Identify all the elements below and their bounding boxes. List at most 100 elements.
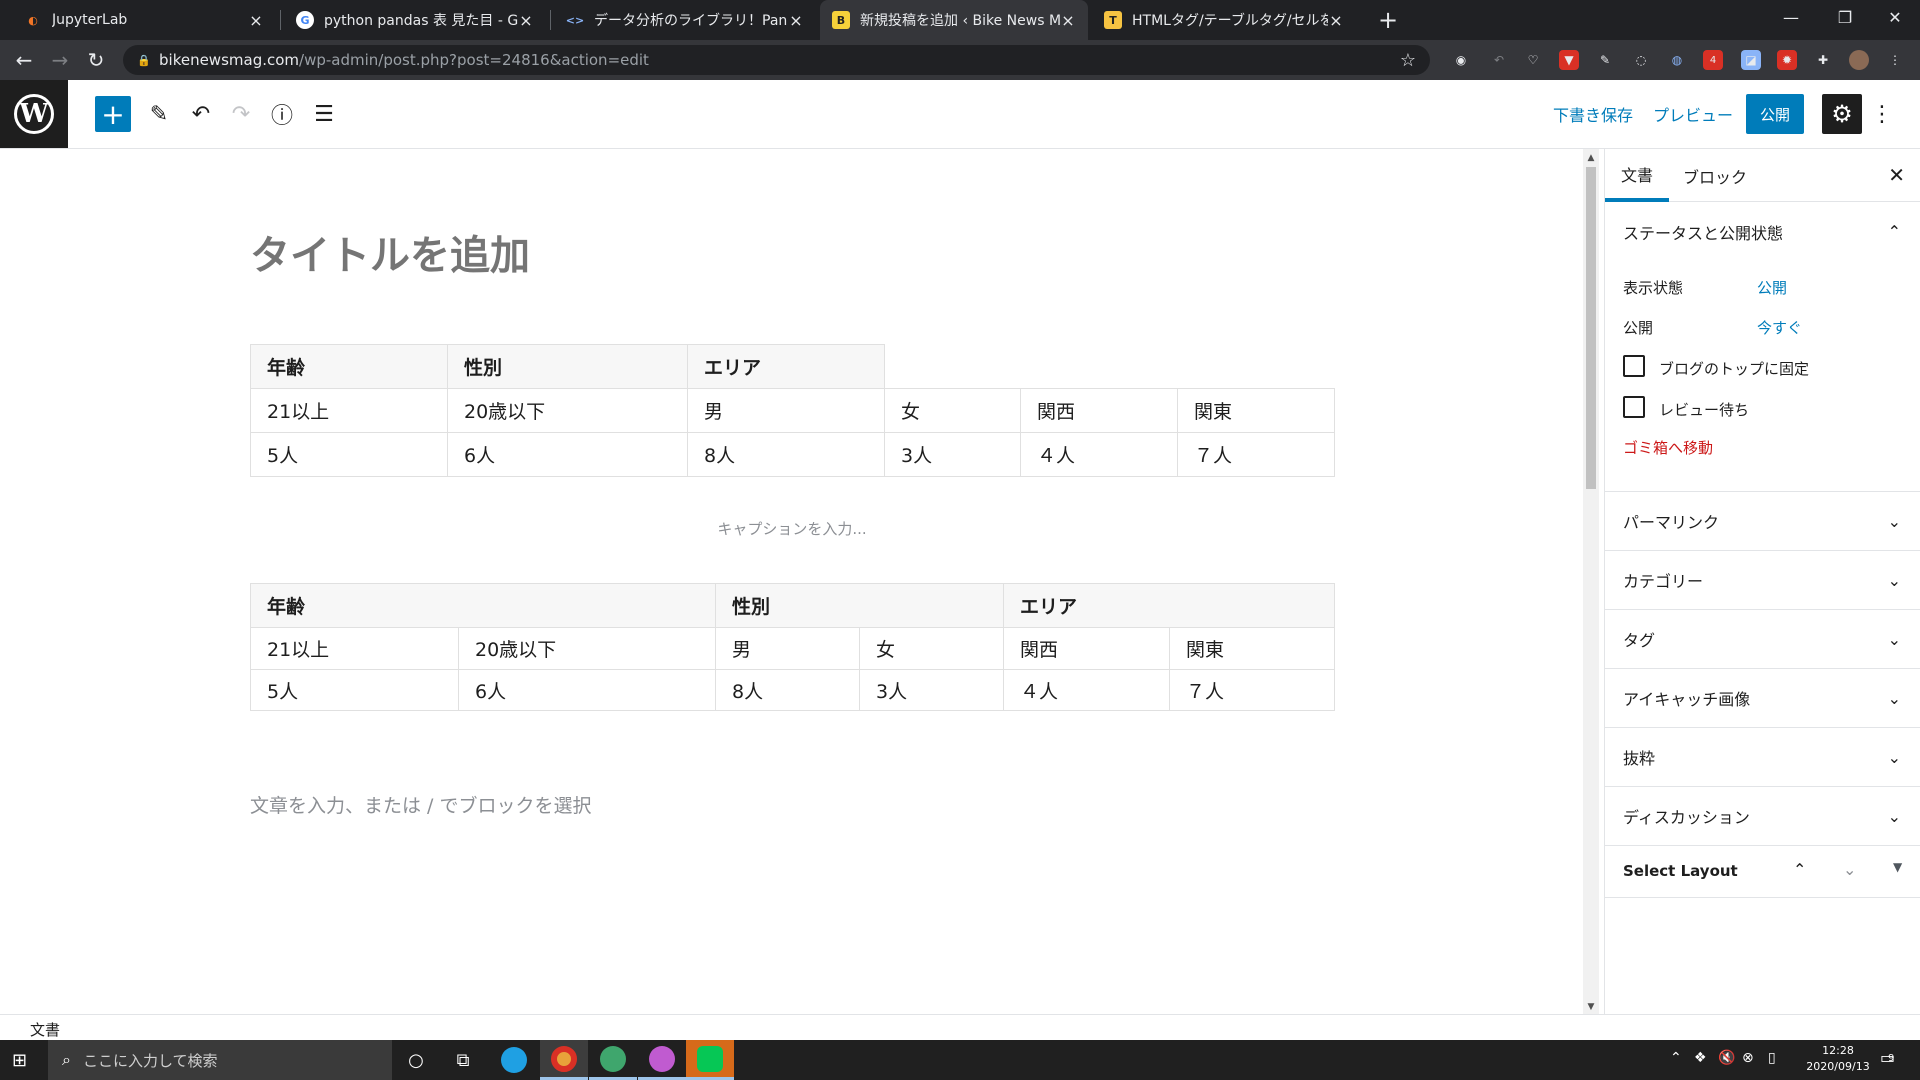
taskbar-search-box[interactable]: ⌕ ここに入力して検索 <box>48 1040 392 1080</box>
pending-review-checkbox[interactable] <box>1623 396 1645 418</box>
wordpress-logo-button[interactable]: W <box>0 80 68 148</box>
table-block-1[interactable]: 年齢 性別 エリア 21以上 20歳以下 男 女 関西 関東 5人 6人 8人 … <box>250 344 1335 477</box>
undo-icon[interactable]: ↶ <box>183 96 219 132</box>
info-icon[interactable]: ⓘ <box>264 96 300 132</box>
task-view-icon[interactable]: ⧉ <box>449 1046 477 1074</box>
move-down-icon[interactable]: ⌄ <box>1843 860 1856 879</box>
pending-review-label[interactable]: レビュー待ち <box>1659 399 1749 420</box>
minimize-icon[interactable]: — <box>1762 0 1820 34</box>
settings-gear-icon[interactable]: ⚙ <box>1822 94 1862 134</box>
browser-tab-wp-new-post[interactable]: B 新規投稿を追加 ‹ Bike News Mag × <box>820 0 1088 40</box>
table-cell[interactable]: 20歳以下 <box>458 627 716 670</box>
table-header-cell[interactable]: エリア <box>687 344 885 389</box>
close-tab-icon[interactable]: × <box>788 11 804 30</box>
tab-document[interactable]: 文書 <box>1605 149 1670 202</box>
bulb-extension-icon[interactable]: ◌ <box>1631 50 1651 70</box>
panel-categories[interactable]: カテゴリー ⌄ <box>1605 551 1920 610</box>
cortana-icon[interactable]: ○ <box>402 1046 430 1074</box>
tag-extension-icon[interactable]: ◪ <box>1741 50 1761 70</box>
action-center-icon[interactable]: 9 ▭ <box>1880 1048 1904 1072</box>
table-cell[interactable]: 関東 <box>1169 627 1335 670</box>
move-to-trash-link[interactable]: ゴミ箱へ移動 <box>1623 437 1713 458</box>
globe-extension-icon[interactable]: ◍ <box>1667 50 1687 70</box>
table-cell[interactable]: 5人 <box>250 669 459 711</box>
table-cell[interactable]: 8人 <box>715 669 860 711</box>
post-title-input[interactable]: タイトルを追加 <box>250 223 530 281</box>
panel-permalink[interactable]: パーマリンク ⌄ <box>1605 492 1920 551</box>
table-cell[interactable]: 男 <box>715 627 860 670</box>
scroll-down-icon[interactable]: ▼ <box>1583 1002 1599 1012</box>
browser-tab-pandas[interactable]: <> データ分析のライブラリ！Pandasとは × <box>554 0 816 40</box>
table-header-cell[interactable]: 性別 <box>715 583 1004 628</box>
panel-tags[interactable]: タグ ⌄ <box>1605 610 1920 669</box>
forward-icon[interactable]: → <box>48 48 72 72</box>
table-cell[interactable]: 3人 <box>884 432 1021 477</box>
scroll-up-icon[interactable]: ▲ <box>1583 153 1599 163</box>
pencil-tools-icon[interactable]: ✎ <box>141 96 177 132</box>
more-options-icon[interactable]: ⋮ <box>1871 94 1893 134</box>
table-cell[interactable]: 女 <box>859 627 1004 670</box>
close-sidebar-icon[interactable]: ✕ <box>1888 163 1905 187</box>
block-navigation-icon[interactable]: ☰ <box>306 96 342 132</box>
table-caption-input[interactable]: キャプションを入力... <box>250 518 1334 539</box>
table-header-cell[interactable]: 年齢 <box>250 583 716 628</box>
table-cell[interactable]: 関西 <box>1020 388 1178 433</box>
shield-extension-icon[interactable]: ▼ <box>1559 50 1579 70</box>
window-close-icon[interactable]: ✕ <box>1866 0 1920 34</box>
panel-status-visibility[interactable]: ステータスと公開状態 ⌃ <box>1605 202 1920 261</box>
table-cell[interactable]: 関西 <box>1003 627 1170 670</box>
table-cell[interactable]: 8人 <box>687 432 885 477</box>
redo-icon[interactable]: ↷ <box>223 96 259 132</box>
close-tab-icon[interactable]: × <box>518 11 534 30</box>
volume-mute-icon[interactable]: 🔇 <box>1718 1050 1735 1066</box>
table-cell[interactable]: 21以上 <box>250 388 448 433</box>
publish-date-toggle[interactable]: 今すぐ <box>1757 317 1802 338</box>
pocket-icon[interactable]: ♡ <box>1523 50 1543 70</box>
camera-extension-icon[interactable]: ◉ <box>1451 50 1471 70</box>
move-up-icon[interactable]: ⌃ <box>1793 860 1806 879</box>
table-cell[interactable]: ４人 <box>1020 432 1178 477</box>
edge-app-icon[interactable] <box>490 1040 538 1080</box>
table-cell[interactable]: 男 <box>687 388 885 433</box>
ime-icon[interactable]: ▯ <box>1768 1050 1776 1066</box>
puzzle-extensions-icon[interactable]: ✚ <box>1813 50 1833 70</box>
close-tab-icon[interactable]: × <box>248 11 264 30</box>
windows-start-icon[interactable]: ⊞ <box>12 1050 34 1071</box>
new-tab-button[interactable]: + <box>1374 6 1402 34</box>
editor-scrollbar[interactable]: ▲ ▼ <box>1583 149 1599 1014</box>
table-header-cell[interactable]: 性別 <box>447 344 688 389</box>
panel-excerpt[interactable]: 抜粋 ⌄ <box>1605 728 1920 787</box>
save-draft-button[interactable]: 下書き保存 <box>1553 102 1633 126</box>
table-header-cell[interactable]: エリア <box>1003 583 1335 628</box>
toggle-panel-icon[interactable]: ▼ <box>1893 860 1902 874</box>
visibility-toggle[interactable]: 公開 <box>1757 277 1787 298</box>
off-extension-icon[interactable]: ✹ <box>1777 50 1797 70</box>
taskbar-clock[interactable]: 12:28 2020/09/13 <box>1805 1043 1871 1075</box>
table-cell[interactable]: ４人 <box>1003 669 1170 711</box>
panel-discussion[interactable]: ディスカッション ⌄ <box>1605 787 1920 846</box>
network-icon[interactable]: ⊗ <box>1742 1050 1754 1066</box>
browser-tab-jupyterlab[interactable]: ◐ JupyterLab × <box>12 0 276 40</box>
table-cell[interactable]: ７人 <box>1169 669 1335 711</box>
breadcrumb-document[interactable]: 文書 <box>30 1019 60 1040</box>
mail-extension-icon[interactable]: 4 <box>1703 50 1723 70</box>
table-cell[interactable]: 女 <box>884 388 1021 433</box>
sticky-checkbox[interactable] <box>1623 355 1645 377</box>
chrome-menu-icon[interactable]: ⋮ <box>1885 50 1905 70</box>
back-icon[interactable]: ← <box>12 48 36 72</box>
line-app-icon[interactable] <box>686 1040 734 1080</box>
table-cell[interactable]: 関東 <box>1177 388 1335 433</box>
chrome-app-icon[interactable] <box>540 1040 588 1080</box>
reload-icon[interactable]: ↻ <box>84 48 108 72</box>
table-cell[interactable]: 21以上 <box>250 627 459 670</box>
table-cell[interactable]: ７人 <box>1177 432 1335 477</box>
sticky-label[interactable]: ブログのトップに固定 <box>1659 358 1809 379</box>
close-tab-icon[interactable]: × <box>1060 11 1076 30</box>
preview-button[interactable]: プレビュー <box>1653 102 1733 126</box>
green-app-icon[interactable] <box>589 1040 637 1080</box>
pen-extension-icon[interactable]: ✎ <box>1595 50 1615 70</box>
table-cell[interactable]: 6人 <box>458 669 716 711</box>
add-block-button[interactable]: + <box>95 96 131 132</box>
bookmark-star-icon[interactable]: ☆ <box>1400 50 1416 71</box>
table-cell[interactable]: 6人 <box>447 432 688 477</box>
